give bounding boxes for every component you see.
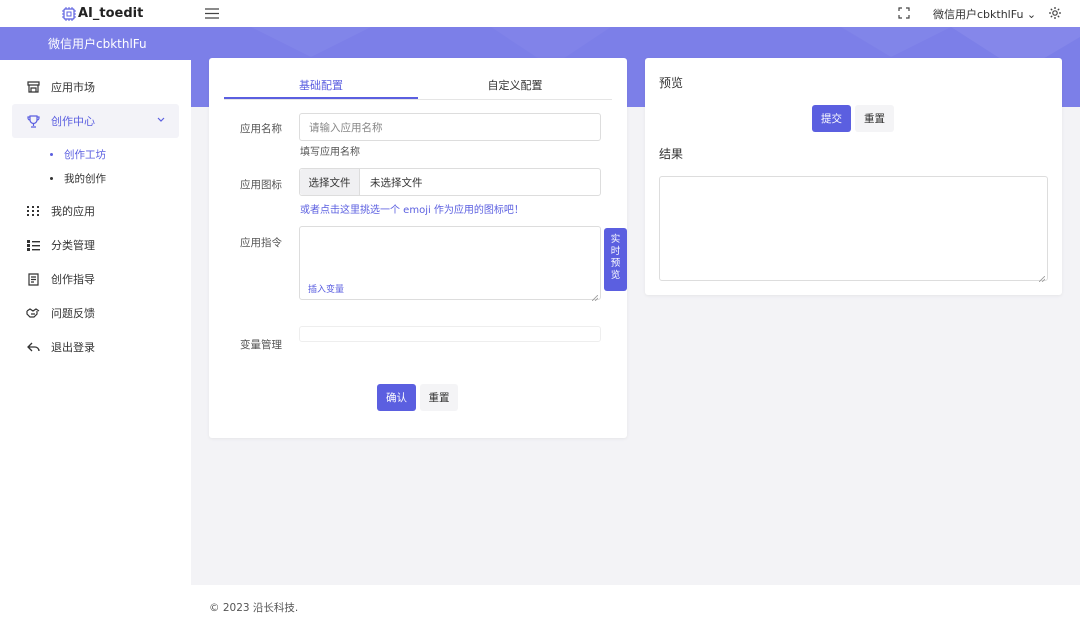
choose-file-button[interactable]: 选择文件 <box>300 169 360 195</box>
sidebar-user-name: 微信用户cbkthlFu <box>0 27 191 60</box>
app-name-input[interactable]: 请输入应用名称 <box>299 113 601 141</box>
variables-area[interactable] <box>299 326 601 342</box>
sidebar-item-logout[interactable]: 退出登录 <box>0 330 191 364</box>
variables-label: 变量管理 <box>240 339 282 351</box>
insert-variable-link[interactable]: 插入变量 <box>308 282 344 295</box>
sidebar-menu: 应用市场 创作中心 创作工坊 我的创作 我的应用 分类管理 创作指导 问题反馈 … <box>0 70 191 364</box>
user-menu[interactable]: 微信用户cbkthlFu ⌄ <box>933 6 1036 22</box>
app-name-help: 填写应用名称 <box>300 147 360 158</box>
sidebar-item-my-apps[interactable]: 我的应用 <box>0 194 191 228</box>
reset-form-button[interactable]: 重置 <box>420 384 458 411</box>
config-tabs: 基础配置 自定义配置 <box>224 72 612 100</box>
sidebar-item-label: 应用市场 <box>51 81 95 94</box>
app-name-placeholder: 请输入应用名称 <box>309 121 383 134</box>
grid-icon <box>26 204 40 218</box>
app-icon-label: 应用图标 <box>240 179 282 191</box>
tab-basic-config[interactable]: 基础配置 <box>224 72 418 99</box>
bullet-icon <box>50 176 53 180</box>
top-bar: 微信用户cbkthlFu ⌄ <box>191 0 1080 27</box>
chevron-down-icon <box>157 116 165 126</box>
store-icon <box>26 80 40 94</box>
app-name: AI_toedit <box>78 6 144 21</box>
prompt-label: 应用指令 <box>240 237 282 249</box>
chip-icon <box>62 6 76 21</box>
preview-card: 预览 提交 重置 结果 <box>645 58 1062 295</box>
handshake-icon <box>26 306 40 320</box>
reply-icon <box>26 340 40 354</box>
live-preview-button[interactable]: 实时预览 <box>604 228 627 291</box>
submit-button[interactable]: 提交 <box>812 105 851 132</box>
confirm-button[interactable]: 确认 <box>377 384 416 411</box>
app-name-label: 应用名称 <box>240 123 282 135</box>
sidebar-subitem-label: 我的创作 <box>64 172 106 185</box>
sidebar-item-creation-center[interactable]: 创作中心 <box>12 104 179 138</box>
preview-title: 预览 <box>659 76 684 90</box>
tab-custom-config[interactable]: 自定义配置 <box>418 72 612 99</box>
sidebar-item-label: 我的应用 <box>51 205 95 218</box>
sidebar-item-feedback[interactable]: 问题反馈 <box>0 296 191 330</box>
sidebar-subitem-workshop[interactable]: 创作工坊 <box>0 142 191 166</box>
emoji-picker-link[interactable]: 或者点击这里挑选一个 emoji 作为应用的图标吧！ <box>300 201 524 216</box>
sidebar-item-label: 问题反馈 <box>51 307 95 320</box>
sidebar: AI_toedit 微信用户cbkthlFu 应用市场 创作中心 创作工坊 我的… <box>0 0 191 628</box>
config-form-card: 基础配置 自定义配置 应用名称 请输入应用名称 填写应用名称 应用图标 选择文件… <box>209 58 627 438</box>
sidebar-item-label: 退出登录 <box>51 341 95 354</box>
file-status: 未选择文件 <box>370 176 423 189</box>
list-icon <box>26 238 40 252</box>
resize-handle-icon[interactable] <box>591 291 599 302</box>
sidebar-item-label: 分类管理 <box>51 239 95 252</box>
trophy-icon <box>26 114 40 128</box>
sidebar-item-category-management[interactable]: 分类管理 <box>0 228 191 262</box>
live-preview-label: 实时预览 <box>610 234 621 281</box>
footer: © 2023 沿长科技. <box>191 585 1080 628</box>
sidebar-item-label: 创作指导 <box>51 273 95 286</box>
bullet-icon <box>50 152 53 156</box>
copyright-text: © 2023 沿长科技. <box>209 602 299 614</box>
sidebar-item-label: 创作中心 <box>51 115 95 128</box>
menu-toggle-icon[interactable] <box>205 8 219 19</box>
sidebar-item-app-market[interactable]: 应用市场 <box>0 70 191 104</box>
sidebar-subitem-my-creations[interactable]: 我的创作 <box>0 166 191 190</box>
fullscreen-icon[interactable] <box>898 7 910 19</box>
app-icon-file-input[interactable]: 选择文件 未选择文件 <box>299 168 601 196</box>
app-logo[interactable]: AI_toedit <box>0 0 191 27</box>
reset-preview-button[interactable]: 重置 <box>855 105 894 132</box>
result-title: 结果 <box>659 147 684 161</box>
prompt-textarea[interactable]: 插入变量 <box>299 226 601 302</box>
document-icon <box>26 272 40 286</box>
result-textarea[interactable] <box>659 176 1048 283</box>
resize-handle-icon[interactable] <box>1038 272 1046 283</box>
sidebar-item-creation-guide[interactable]: 创作指导 <box>0 262 191 296</box>
gear-icon[interactable] <box>1048 6 1062 20</box>
sidebar-subitem-label: 创作工坊 <box>64 148 106 161</box>
